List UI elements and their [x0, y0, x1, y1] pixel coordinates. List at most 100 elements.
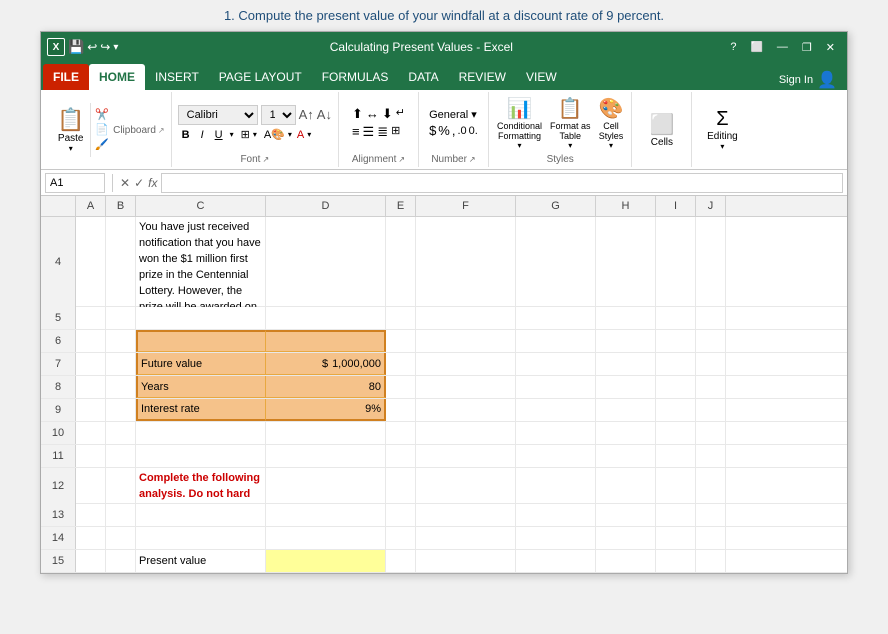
cell-f5[interactable]: [416, 307, 516, 329]
cell-d14[interactable]: [266, 527, 386, 549]
number-format-dropdown[interactable]: General ▾: [429, 108, 477, 121]
cell-h7[interactable]: [596, 353, 656, 375]
cell-a5[interactable]: [76, 307, 106, 329]
cell-h12[interactable]: [596, 468, 656, 504]
cell-a7[interactable]: [76, 353, 106, 375]
align-right-button[interactable]: ≣: [377, 124, 388, 140]
cell-b7[interactable]: [106, 353, 136, 375]
cell-g6[interactable]: [516, 330, 596, 352]
cell-h10[interactable]: [596, 422, 656, 444]
cell-h14[interactable]: [596, 527, 656, 549]
align-left-button[interactable]: ≡: [352, 124, 360, 140]
cell-j15[interactable]: [696, 550, 726, 572]
cell-j4[interactable]: [696, 217, 726, 307]
cell-a15[interactable]: [76, 550, 106, 572]
cell-c8[interactable]: Years: [136, 376, 266, 398]
tab-view[interactable]: VIEW: [516, 64, 567, 90]
cell-h15[interactable]: [596, 550, 656, 572]
cell-e12[interactable]: [386, 468, 416, 504]
confirm-icon[interactable]: ✓: [134, 176, 144, 190]
underline-dropdown[interactable]: ▾: [230, 130, 234, 139]
cell-i13[interactable]: [656, 504, 696, 526]
cell-j13[interactable]: [696, 504, 726, 526]
function-icon[interactable]: fx: [148, 176, 157, 190]
cell-h13[interactable]: [596, 504, 656, 526]
cell-h9[interactable]: [596, 399, 656, 421]
font-color-dropdown[interactable]: ▾: [307, 130, 311, 139]
cell-f15[interactable]: [416, 550, 516, 572]
cells-button[interactable]: ⬜ Cells: [649, 94, 674, 165]
cell-d10[interactable]: [266, 422, 386, 444]
cell-a14[interactable]: [76, 527, 106, 549]
fill-color-button[interactable]: A🎨: [264, 128, 285, 141]
number-expand[interactable]: ↗: [469, 155, 476, 164]
cell-i9[interactable]: [656, 399, 696, 421]
formula-input[interactable]: [161, 173, 843, 193]
cell-g8[interactable]: [516, 376, 596, 398]
cell-c10[interactable]: [136, 422, 266, 444]
font-size-select[interactable]: 11: [261, 105, 296, 125]
cell-d6[interactable]: [266, 330, 386, 352]
cell-d5[interactable]: [266, 307, 386, 329]
cell-styles-dropdown[interactable]: ▾: [609, 141, 613, 150]
cell-b5[interactable]: [106, 307, 136, 329]
wrap-text-button[interactable]: ↵: [396, 106, 405, 122]
increase-font-icon[interactable]: A↑: [299, 107, 314, 122]
percent-button[interactable]: %: [438, 123, 450, 138]
tab-formulas[interactable]: FORMULAS: [312, 64, 399, 90]
cell-f13[interactable]: [416, 504, 516, 526]
cell-g5[interactable]: [516, 307, 596, 329]
cell-i14[interactable]: [656, 527, 696, 549]
cell-reference-input[interactable]: [45, 173, 105, 193]
col-header-c[interactable]: C: [136, 196, 266, 216]
cell-c14[interactable]: [136, 527, 266, 549]
cell-h11[interactable]: [596, 445, 656, 467]
col-header-i[interactable]: I: [656, 196, 696, 216]
cell-e7[interactable]: [386, 353, 416, 375]
cell-i4[interactable]: [656, 217, 696, 307]
row-num-14[interactable]: 14: [41, 527, 76, 549]
cell-b13[interactable]: [106, 504, 136, 526]
row-num-5[interactable]: 5: [41, 307, 76, 329]
close-button[interactable]: ✕: [820, 41, 841, 54]
align-center-button[interactable]: ☰: [363, 124, 375, 140]
cell-d4[interactable]: [266, 217, 386, 307]
cell-b15[interactable]: [106, 550, 136, 572]
cell-d12[interactable]: [266, 468, 386, 504]
cell-e11[interactable]: [386, 445, 416, 467]
cell-c12[interactable]: Complete the following analysis. Do not …: [136, 468, 266, 504]
cell-b4[interactable]: [106, 217, 136, 307]
cell-g12[interactable]: [516, 468, 596, 504]
editing-button[interactable]: Σ Editing ▾: [707, 94, 738, 165]
cell-j5[interactable]: [696, 307, 726, 329]
cell-c9[interactable]: Interest rate: [136, 399, 266, 421]
cell-g9[interactable]: [516, 399, 596, 421]
row-num-13[interactable]: 13: [41, 504, 76, 526]
minimize-button[interactable]: —: [771, 41, 794, 53]
cell-i11[interactable]: [656, 445, 696, 467]
cell-i6[interactable]: [656, 330, 696, 352]
tab-page-layout[interactable]: PAGE LAYOUT: [209, 64, 312, 90]
cell-c4[interactable]: You have just received notification that…: [136, 217, 266, 307]
cell-g10[interactable]: [516, 422, 596, 444]
cell-e10[interactable]: [386, 422, 416, 444]
help-button[interactable]: ?: [724, 41, 742, 53]
cell-g11[interactable]: [516, 445, 596, 467]
cell-f9[interactable]: [416, 399, 516, 421]
cell-h5[interactable]: [596, 307, 656, 329]
cell-d15[interactable]: [266, 550, 386, 572]
cell-a13[interactable]: [76, 504, 106, 526]
row-num-10[interactable]: 10: [41, 422, 76, 444]
row-num-8[interactable]: 8: [41, 376, 76, 398]
col-header-e[interactable]: E: [386, 196, 416, 216]
col-header-g[interactable]: G: [516, 196, 596, 216]
tab-home[interactable]: HOME: [89, 64, 145, 90]
save-icon[interactable]: 💾: [68, 39, 84, 55]
sign-in[interactable]: Sign In 👤: [771, 70, 845, 90]
cell-b6[interactable]: [106, 330, 136, 352]
cell-i5[interactable]: [656, 307, 696, 329]
cell-j14[interactable]: [696, 527, 726, 549]
cell-styles-button[interactable]: 🎨 CellStyles ▾: [597, 94, 626, 152]
format-table-dropdown[interactable]: ▾: [568, 141, 572, 150]
conditional-formatting-button[interactable]: 📊 ConditionalFormatting ▾: [495, 94, 544, 152]
